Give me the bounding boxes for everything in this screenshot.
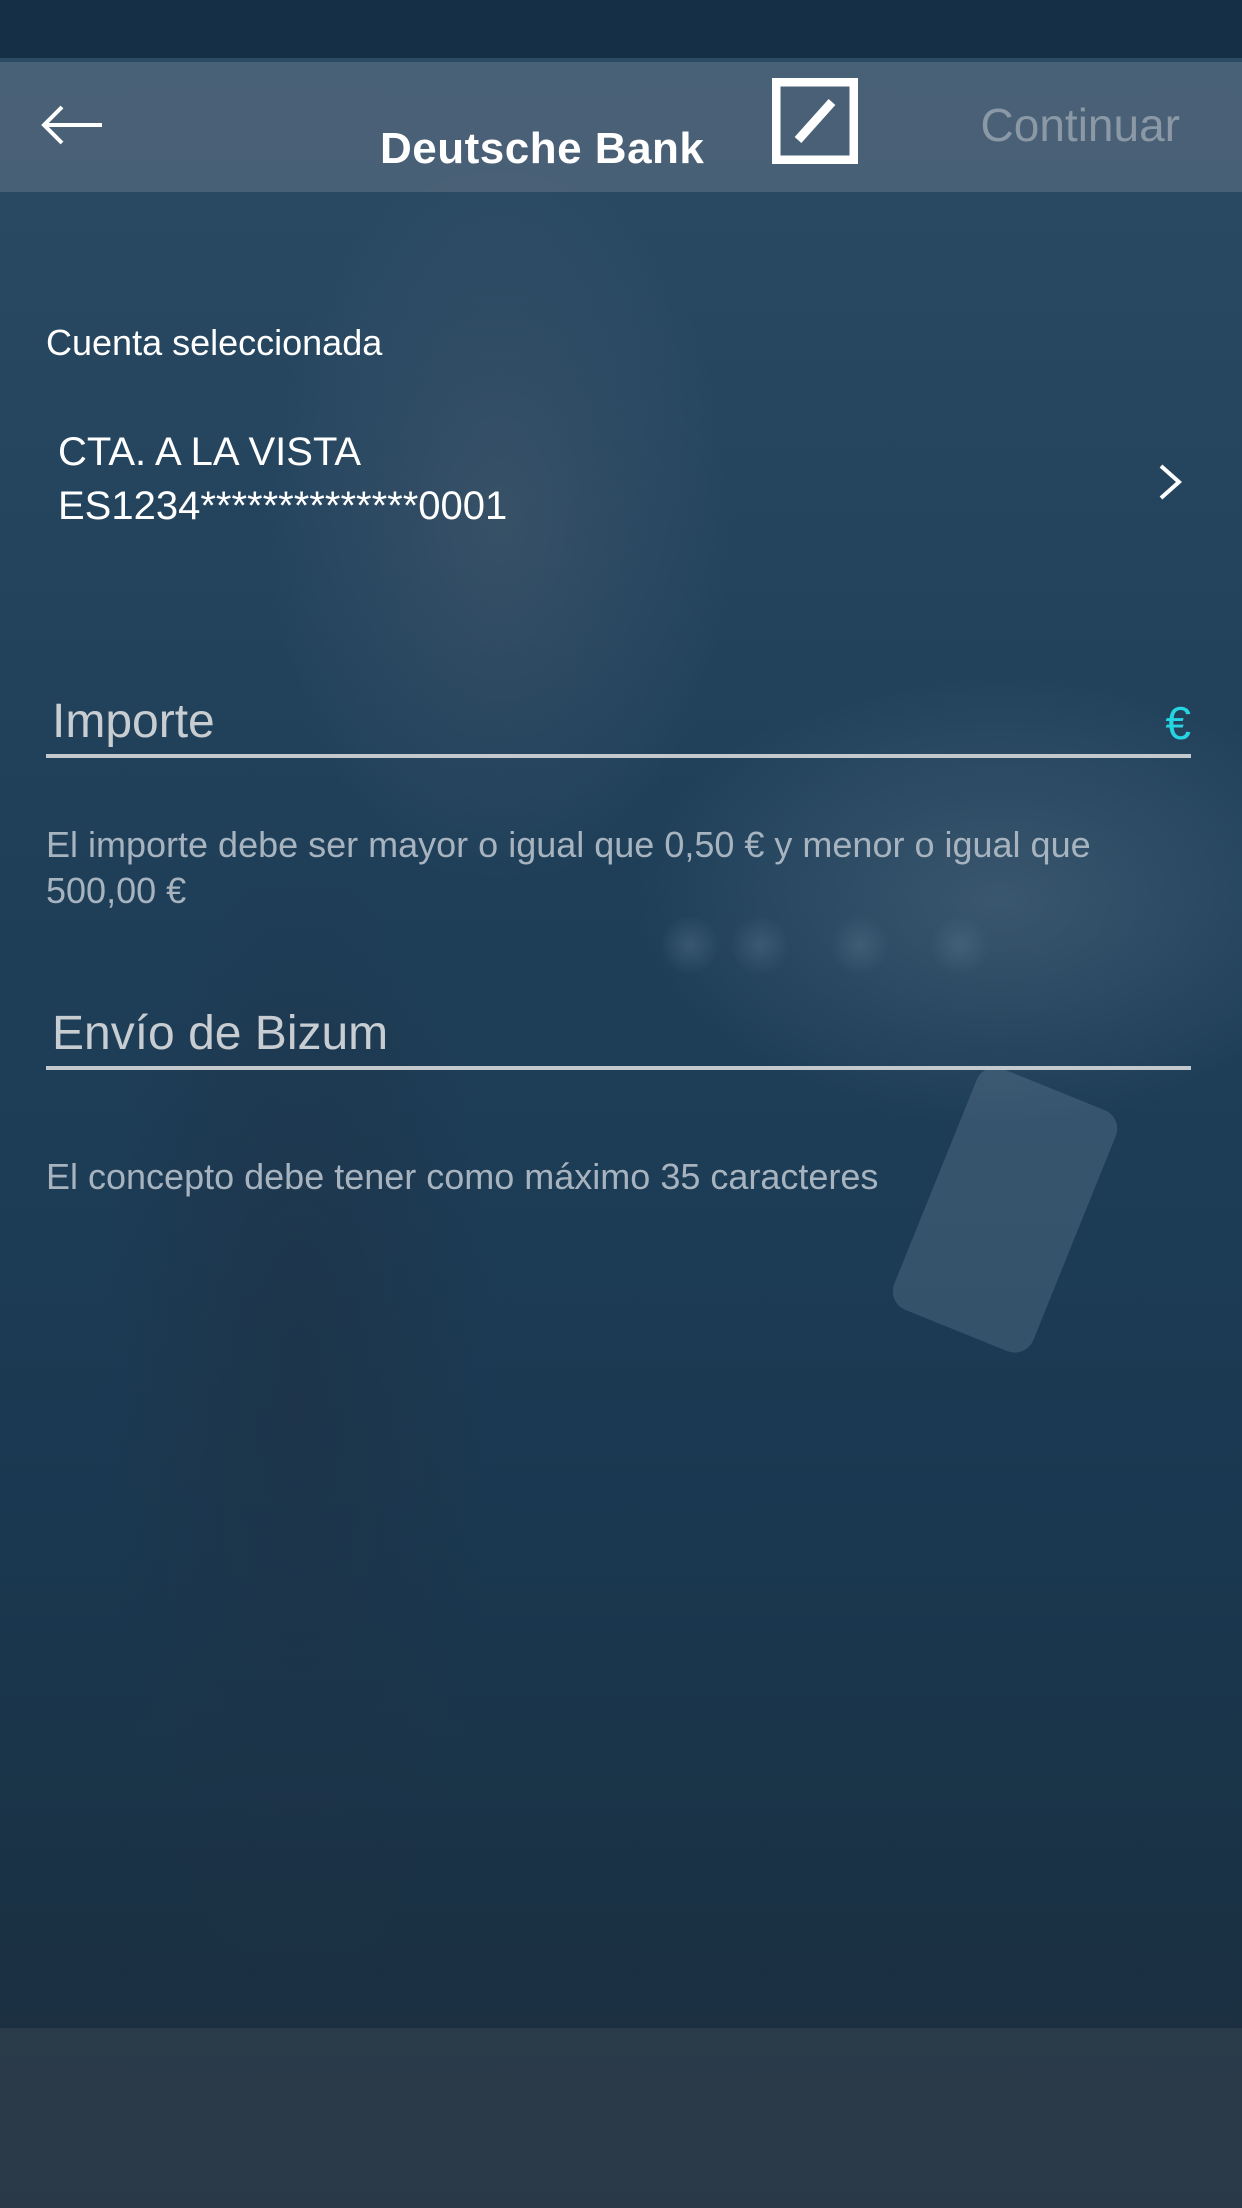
concept-hint: El concepto debe tener como máximo 35 ca… [46, 1156, 879, 1197]
euro-icon: € [1165, 697, 1191, 749]
arrow-left-icon [41, 105, 102, 145]
concept-field[interactable]: Envío de Bizum [46, 1000, 1191, 1070]
bottom-photo-area [0, 2028, 1242, 2208]
amount-field[interactable]: Importe € [46, 688, 1191, 758]
amount-placeholder: Importe [52, 695, 215, 748]
amount-hint: El importe debe ser mayor o igual que 0,… [46, 824, 1091, 911]
back-button[interactable] [36, 90, 106, 160]
deutsche-bank-logo [772, 78, 858, 164]
account-selector[interactable]: CTA. A LA VISTA ES1234**************0001 [0, 410, 1242, 550]
continue-button[interactable]: Continuar [981, 98, 1180, 152]
selected-account-label: Cuenta seleccionada [46, 322, 383, 363]
concept-placeholder: Envío de Bizum [52, 1007, 389, 1060]
chevron-right-icon [1159, 464, 1183, 500]
account-name: CTA. A LA VISTA [58, 430, 362, 474]
account-iban: ES1234**************0001 [58, 484, 508, 528]
brand-name: Deutsche Bank [380, 124, 705, 173]
status-bar [0, 0, 1242, 58]
